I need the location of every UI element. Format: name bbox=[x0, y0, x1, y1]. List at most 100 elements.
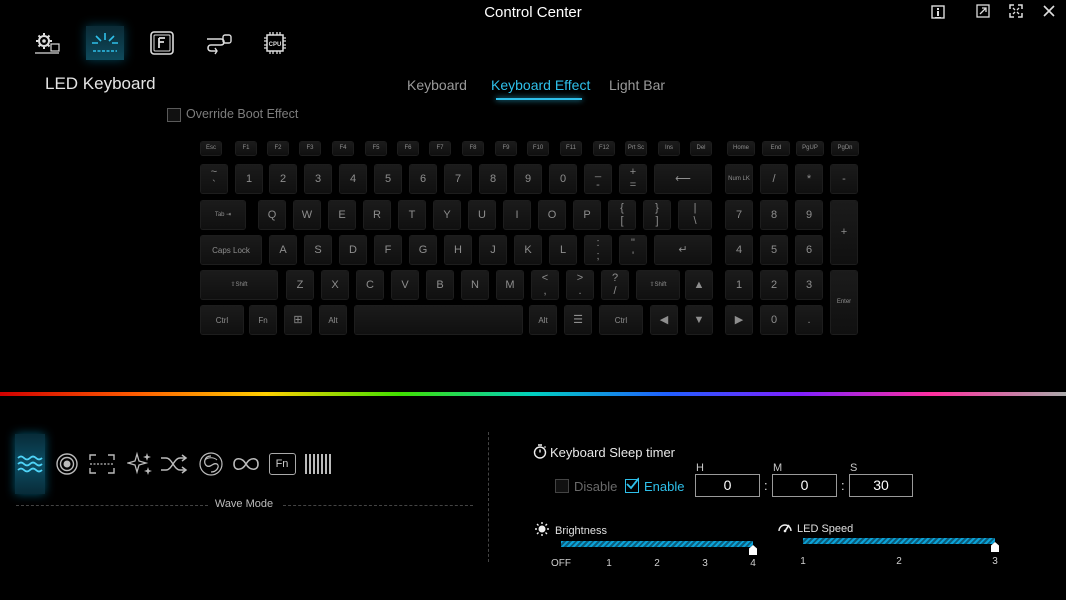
key[interactable]: Prt Sc bbox=[626, 142, 646, 155]
key[interactable]: N bbox=[462, 271, 488, 299]
key[interactable]: 0 bbox=[550, 165, 576, 193]
key[interactable]: R bbox=[364, 201, 390, 229]
key[interactable]: F1 bbox=[236, 142, 256, 155]
key[interactable]: " ' bbox=[620, 236, 646, 264]
key[interactable]: + bbox=[831, 201, 857, 264]
key[interactable]: 2 bbox=[761, 271, 787, 299]
key[interactable]: 0 bbox=[761, 306, 787, 334]
key[interactable]: / bbox=[761, 165, 787, 193]
key[interactable]: 7 bbox=[445, 165, 471, 193]
key[interactable]: 4 bbox=[726, 236, 752, 264]
key[interactable]: F bbox=[375, 236, 401, 264]
key[interactable]: 6 bbox=[796, 236, 822, 264]
key[interactable]: . bbox=[796, 306, 822, 334]
key[interactable]: PgDn bbox=[832, 142, 858, 155]
key[interactable]: * bbox=[796, 165, 822, 193]
key[interactable]: D bbox=[340, 236, 366, 264]
fn-icon[interactable]: Fn bbox=[267, 434, 297, 494]
key[interactable]: Q bbox=[259, 201, 285, 229]
key[interactable]: ⇧Shift bbox=[201, 271, 277, 299]
key[interactable]: 5 bbox=[375, 165, 401, 193]
key[interactable]: 6 bbox=[410, 165, 436, 193]
wave-icon[interactable] bbox=[15, 434, 45, 494]
key[interactable]: U bbox=[469, 201, 495, 229]
key[interactable]: ~ ` bbox=[201, 165, 227, 193]
key[interactable]: Caps Lock bbox=[201, 236, 261, 264]
key[interactable]: ☰ bbox=[565, 306, 591, 334]
key[interactable]: + = bbox=[620, 165, 646, 193]
key[interactable] bbox=[355, 306, 522, 334]
minutes-input[interactable]: 0 bbox=[772, 474, 837, 497]
key[interactable]: F6 bbox=[398, 142, 418, 155]
key[interactable]: Esc bbox=[201, 142, 221, 155]
seconds-input[interactable]: 30 bbox=[849, 474, 913, 497]
key[interactable]: ? / bbox=[602, 271, 628, 299]
key[interactable]: P bbox=[574, 201, 600, 229]
key[interactable]: - bbox=[831, 165, 857, 193]
key[interactable]: ◀ bbox=[651, 306, 677, 334]
key[interactable]: 9 bbox=[515, 165, 541, 193]
key[interactable]: O bbox=[539, 201, 565, 229]
key[interactable]: F11 bbox=[561, 142, 581, 155]
key[interactable]: F7 bbox=[430, 142, 450, 155]
key[interactable]: L bbox=[550, 236, 576, 264]
key[interactable]: ⇧Shift bbox=[637, 271, 679, 299]
key[interactable]: ⊞ bbox=[285, 306, 311, 334]
key[interactable]: | \ bbox=[679, 201, 711, 229]
infinity-icon[interactable] bbox=[231, 434, 261, 494]
key[interactable]: C bbox=[357, 271, 383, 299]
sleep-enable-checkbox[interactable] bbox=[625, 477, 639, 493]
key[interactable]: F8 bbox=[463, 142, 483, 155]
ripple-icon[interactable] bbox=[52, 434, 82, 494]
key[interactable]: F4 bbox=[333, 142, 353, 155]
key[interactable]: Del bbox=[691, 142, 711, 155]
key[interactable]: <, bbox=[532, 271, 558, 299]
key[interactable]: F12 bbox=[594, 142, 614, 155]
key[interactable]: I bbox=[504, 201, 530, 229]
key[interactable]: F3 bbox=[300, 142, 320, 155]
key[interactable]: ▶ bbox=[726, 306, 752, 334]
snake-icon[interactable] bbox=[196, 434, 226, 494]
key[interactable]: 1 bbox=[236, 165, 262, 193]
key[interactable]: Alt bbox=[530, 306, 556, 334]
key[interactable]: :; bbox=[585, 236, 611, 264]
hours-input[interactable]: 0 bbox=[695, 474, 760, 497]
key[interactable]: F5 bbox=[366, 142, 386, 155]
key[interactable]: Tab ⇥ bbox=[201, 201, 245, 229]
key[interactable]: Num LK bbox=[726, 165, 752, 193]
key[interactable]: 7 bbox=[726, 201, 752, 229]
key[interactable]: Ctrl bbox=[600, 306, 642, 334]
key[interactable]: 1 bbox=[726, 271, 752, 299]
key[interactable]: 8 bbox=[761, 201, 787, 229]
key[interactable]: F10 bbox=[528, 142, 548, 155]
key[interactable]: X bbox=[322, 271, 348, 299]
key[interactable]: Enter bbox=[831, 271, 857, 334]
key[interactable]: F9 bbox=[496, 142, 516, 155]
key[interactable]: Ins bbox=[659, 142, 679, 155]
key[interactable]: 8 bbox=[480, 165, 506, 193]
key[interactable]: {[ bbox=[609, 201, 635, 229]
key[interactable]: V bbox=[392, 271, 418, 299]
key[interactable]: Ctrl bbox=[201, 306, 243, 334]
key[interactable]: E bbox=[329, 201, 355, 229]
key[interactable]: ▼ bbox=[686, 306, 712, 334]
key[interactable]: ↵ bbox=[655, 236, 711, 264]
brightness-slider[interactable] bbox=[561, 540, 757, 555]
key[interactable]: Y bbox=[434, 201, 460, 229]
key[interactable]: Home bbox=[728, 142, 754, 155]
key[interactable]: 5 bbox=[761, 236, 787, 264]
sparkle-icon[interactable] bbox=[125, 434, 155, 494]
key[interactable]: 9 bbox=[796, 201, 822, 229]
key[interactable]: End bbox=[763, 142, 789, 155]
key[interactable]: }] bbox=[644, 201, 670, 229]
key[interactable]: ⟵ bbox=[655, 165, 711, 193]
key[interactable]: PgUP bbox=[797, 142, 823, 155]
key[interactable]: ▲ bbox=[686, 271, 712, 299]
key[interactable]: Fn bbox=[250, 306, 276, 334]
key[interactable]: _ - bbox=[585, 165, 611, 193]
key[interactable]: A bbox=[270, 236, 296, 264]
key[interactable]: G bbox=[410, 236, 436, 264]
key[interactable]: W bbox=[294, 201, 320, 229]
key[interactable]: K bbox=[515, 236, 541, 264]
key[interactable]: >. bbox=[567, 271, 593, 299]
